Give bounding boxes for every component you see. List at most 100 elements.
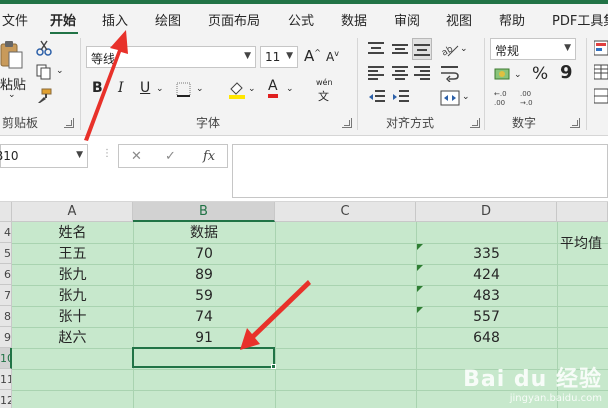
- format-painter-icon[interactable]: [36, 88, 52, 104]
- font-dialog-launcher-icon[interactable]: [342, 118, 352, 128]
- column-header-c[interactable]: C: [275, 202, 416, 222]
- align-middle-icon[interactable]: [392, 42, 408, 56]
- align-center-icon[interactable]: [392, 66, 408, 80]
- alignment-dialog-launcher-icon[interactable]: [470, 118, 480, 128]
- cell-d7[interactable]: 483: [416, 286, 557, 306]
- cut-icon[interactable]: [36, 40, 52, 56]
- align-top-icon[interactable]: [368, 42, 384, 56]
- percent-style-button[interactable]: %: [532, 64, 548, 84]
- align-right-icon[interactable]: [414, 66, 430, 80]
- column-header-e[interactable]: [557, 202, 608, 222]
- row-header[interactable]: 7: [0, 285, 12, 306]
- error-indicator-icon[interactable]: [417, 265, 423, 271]
- row-header[interactable]: 5: [0, 243, 12, 264]
- orientation-chevron-down-icon[interactable]: ⌄: [460, 44, 468, 54]
- fill-color-chevron-down-icon[interactable]: ⌄: [248, 84, 256, 94]
- tab-data[interactable]: 数据: [341, 10, 367, 29]
- row-header[interactable]: 9: [0, 327, 12, 348]
- borders-chevron-down-icon[interactable]: ⌄: [196, 84, 204, 94]
- font-name-select[interactable]: 等线 ▼: [86, 46, 256, 68]
- cell-a9[interactable]: 赵六: [12, 328, 133, 348]
- row-header[interactable]: 8: [0, 306, 12, 327]
- cell-d8[interactable]: 557: [416, 307, 557, 327]
- paste-chevron-down-icon[interactable]: ⌄: [8, 90, 16, 100]
- cell-b7[interactable]: 59: [133, 286, 275, 306]
- align-left-icon[interactable]: [368, 66, 384, 80]
- cell-a7[interactable]: 张九: [12, 286, 133, 306]
- underline-button[interactable]: U: [140, 80, 150, 96]
- fill-color-icon[interactable]: [228, 80, 246, 100]
- tab-pdf-tools[interactable]: PDF工具集: [552, 10, 608, 29]
- increase-decimal-icon[interactable]: ←.0.00: [494, 88, 514, 107]
- error-indicator-icon[interactable]: [417, 307, 423, 313]
- fill-handle[interactable]: [271, 364, 276, 369]
- tab-help[interactable]: 帮助: [499, 10, 525, 29]
- clipboard-dialog-launcher-icon[interactable]: [64, 118, 74, 128]
- formula-input[interactable]: [232, 144, 608, 198]
- cancel-icon[interactable]: ✕: [131, 149, 142, 164]
- tab-view[interactable]: 视图: [446, 10, 472, 29]
- accounting-format-icon[interactable]: [494, 66, 512, 84]
- insert-function-button[interactable]: fx: [203, 149, 215, 164]
- cell-a4[interactable]: 姓名: [12, 223, 133, 243]
- row-header[interactable]: 4: [0, 222, 12, 243]
- font-color-chevron-down-icon[interactable]: ⌄: [286, 84, 294, 94]
- tab-formulas[interactable]: 公式: [288, 10, 314, 29]
- borders-icon[interactable]: [176, 82, 191, 97]
- resize-handle-icon[interactable]: ⋮: [102, 148, 112, 159]
- tab-file[interactable]: 文件: [2, 10, 28, 29]
- cell-b4[interactable]: 数据: [133, 223, 275, 243]
- orientation-icon[interactable]: ab: [440, 40, 460, 59]
- cell-d5[interactable]: 335: [416, 244, 557, 264]
- copy-icon[interactable]: [36, 64, 52, 80]
- cell-b5[interactable]: 70: [133, 244, 275, 264]
- cell-b9[interactable]: 91: [133, 328, 275, 348]
- tab-review[interactable]: 审阅: [394, 10, 420, 29]
- select-all-corner[interactable]: [0, 202, 12, 222]
- error-indicator-icon[interactable]: [417, 286, 423, 292]
- cell-b6[interactable]: 89: [133, 265, 275, 285]
- comma-style-button[interactable]: 9: [560, 62, 573, 83]
- decrease-indent-icon[interactable]: [368, 90, 386, 104]
- number-dialog-launcher-icon[interactable]: [570, 118, 580, 128]
- tab-draw[interactable]: 绘图: [155, 10, 181, 29]
- row-header[interactable]: 6: [0, 264, 12, 285]
- column-header-d[interactable]: D: [416, 202, 557, 222]
- decrease-decimal-icon[interactable]: .00 →.0: [520, 88, 540, 107]
- font-size-select[interactable]: 11 ▼: [260, 46, 298, 68]
- font-color-button[interactable]: A: [268, 78, 278, 98]
- row-header[interactable]: 11: [0, 369, 12, 390]
- merge-center-icon[interactable]: [440, 90, 460, 106]
- underline-chevron-down-icon[interactable]: ⌄: [156, 84, 164, 94]
- row-header-selected[interactable]: 10: [0, 348, 12, 369]
- worksheet-grid[interactable]: A B C D 4 5 6 7 8 9 10 11 12 姓名 数据 平均值 王…: [0, 202, 608, 408]
- phonetic-guide-button[interactable]: wén: [316, 78, 333, 87]
- error-indicator-icon[interactable]: [417, 244, 423, 250]
- increase-indent-icon[interactable]: [392, 90, 410, 104]
- cell-e4[interactable]: 平均值: [557, 234, 608, 254]
- cell-a6[interactable]: 张九: [12, 265, 133, 285]
- column-header-a[interactable]: A: [12, 202, 133, 222]
- conditional-formatting-icon[interactable]: [593, 40, 608, 56]
- merge-chevron-down-icon[interactable]: ⌄: [462, 92, 470, 102]
- enter-icon[interactable]: ✓: [165, 149, 176, 164]
- decrease-font-size-button[interactable]: Av: [326, 49, 339, 64]
- name-box[interactable]: B10 ▼: [0, 144, 88, 168]
- accounting-chevron-down-icon[interactable]: ⌄: [514, 70, 522, 80]
- bold-button[interactable]: B: [92, 80, 103, 96]
- selected-cell-b10[interactable]: [132, 347, 275, 368]
- copy-chevron-down-icon[interactable]: ⌄: [56, 66, 64, 76]
- tab-page-layout[interactable]: 页面布局: [208, 10, 260, 29]
- tab-insert[interactable]: 插入: [102, 10, 128, 29]
- number-format-select[interactable]: 常规 ▼: [490, 38, 576, 60]
- cell-d9[interactable]: 648: [416, 328, 557, 348]
- wrap-text-icon[interactable]: [440, 64, 460, 83]
- row-header[interactable]: 12: [0, 390, 12, 408]
- cell-a5[interactable]: 王五: [12, 244, 133, 264]
- cell-styles-icon[interactable]: [593, 88, 608, 104]
- tab-home[interactable]: 开始: [50, 10, 76, 29]
- format-as-table-icon[interactable]: [593, 64, 608, 80]
- cell-a8[interactable]: 张十: [12, 307, 133, 327]
- cell-b8[interactable]: 74: [133, 307, 275, 327]
- increase-font-size-button[interactable]: A^: [304, 47, 321, 65]
